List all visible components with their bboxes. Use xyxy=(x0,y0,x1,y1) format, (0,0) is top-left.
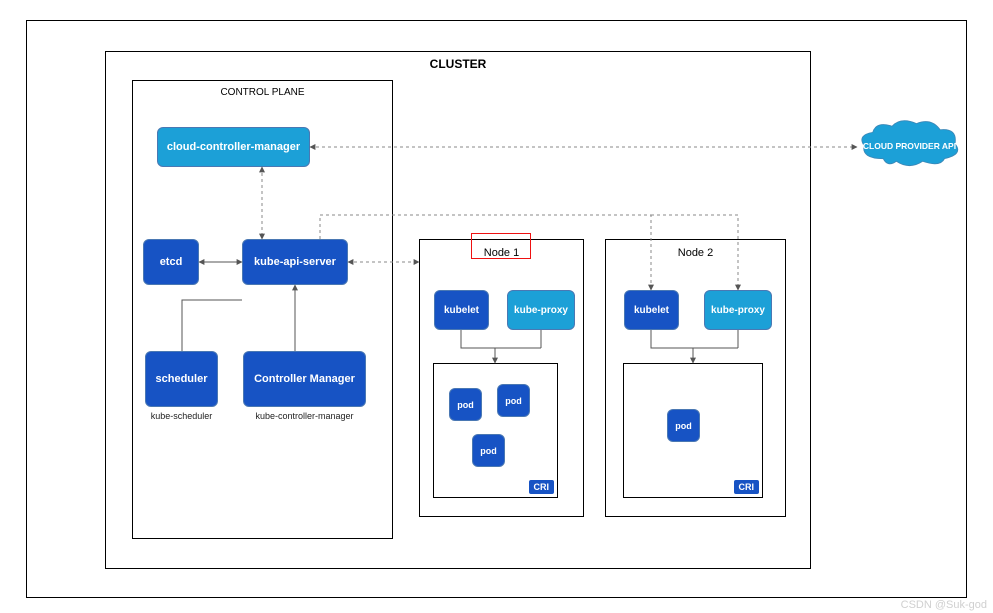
node-1-kubelet-box: kubelet xyxy=(434,290,489,330)
pod-box: pod xyxy=(449,388,482,421)
scheduler-caption: kube-scheduler xyxy=(145,411,218,421)
node-1-highlight xyxy=(471,233,531,259)
scheduler-box: scheduler xyxy=(145,351,218,407)
control-plane-title: CONTROL PLANE xyxy=(220,87,304,98)
cloud-provider-label: CLOUD PROVIDER API xyxy=(860,141,960,151)
kube-api-server-box: kube-api-server xyxy=(242,239,348,285)
pod-box: pod xyxy=(667,409,700,442)
node-2-kubelet-box: kubelet xyxy=(624,290,679,330)
cri-label: CRI xyxy=(734,480,760,494)
watermark: CSDN @Suk-god xyxy=(901,599,987,611)
node-1-kube-proxy-box: kube-proxy xyxy=(507,290,575,330)
pod-box: pod xyxy=(472,434,505,467)
cloud-provider-api: CLOUD PROVIDER API xyxy=(857,118,962,173)
node-2-title: Node 2 xyxy=(678,247,713,259)
cluster-title: CLUSTER xyxy=(430,57,487,71)
cri-label: CRI xyxy=(529,480,555,494)
cloud-controller-manager-box: cloud-controller-manager xyxy=(157,127,310,167)
node-2-kube-proxy-box: kube-proxy xyxy=(704,290,772,330)
node-1-cri-container: CRI xyxy=(433,363,558,498)
etcd-box: etcd xyxy=(143,239,199,285)
pod-box: pod xyxy=(497,384,530,417)
controller-manager-caption: kube-controller-manager xyxy=(232,411,377,421)
controller-manager-box: Controller Manager xyxy=(243,351,366,407)
